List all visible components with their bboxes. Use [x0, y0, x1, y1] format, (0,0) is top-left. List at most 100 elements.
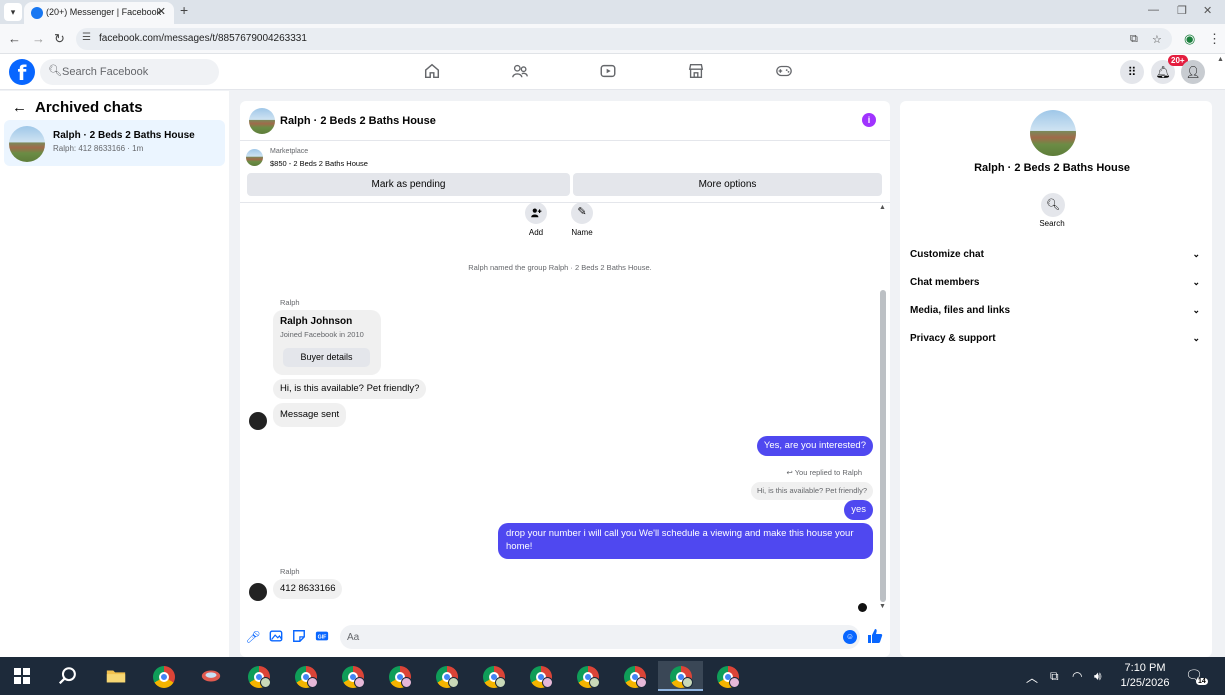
chrome-profile-icon[interactable]: [332, 661, 372, 691]
forward-icon[interactable]: →: [32, 31, 45, 46]
chrome-profile-icon[interactable]: [426, 661, 466, 691]
chat-title[interactable]: Ralph · 2 Beds 2 Baths House: [280, 115, 436, 127]
chrome-profile-icon[interactable]: [520, 661, 560, 691]
facebook-logo-icon[interactable]: f: [9, 59, 35, 85]
customize-chat-section[interactable]: Customize chat ⌄: [910, 249, 1200, 269]
add-person-action[interactable]: Add: [516, 202, 556, 237]
scrollbar-thumb[interactable]: [880, 290, 886, 602]
close-tab-icon[interactable]: ✕: [157, 5, 166, 18]
emoji-icon[interactable]: ☺: [843, 630, 857, 644]
chrome-profile-icon[interactable]: [473, 661, 513, 691]
marketplace-icon[interactable]: [685, 62, 707, 82]
clock-time: 7:10 PM: [1124, 662, 1166, 674]
file-explorer-icon[interactable]: [96, 661, 136, 691]
windows-start-icon[interactable]: [14, 668, 30, 684]
archived-chats-header: ← Archived chats: [12, 99, 143, 116]
chevron-down-icon: ⌄: [1192, 333, 1200, 343]
buyer-joined: Joined Facebook in 2010: [280, 330, 364, 339]
outgoing-message[interactable]: yes: [844, 500, 873, 520]
media-files-links-section[interactable]: Media, files and links ⌄: [910, 305, 1200, 325]
thumbs-up-icon[interactable]: [867, 628, 883, 647]
scroll-up-arrow[interactable]: ▲: [879, 204, 886, 211]
notification-count: 14: [1196, 678, 1208, 685]
chat-details-name: Ralph · 2 Beds 2 Baths House: [974, 162, 1130, 174]
scroll-down-arrow[interactable]: ▼: [879, 603, 886, 610]
facebook-search-input[interactable]: [62, 63, 212, 81]
volume-icon[interactable]: 🔊︎: [1094, 669, 1102, 684]
close-window-icon[interactable]: ✕: [1203, 4, 1212, 17]
privacy-support-section[interactable]: Privacy & support ⌄: [910, 333, 1200, 353]
chat-thumbnail[interactable]: [249, 108, 275, 134]
buyer-card: Ralph Johnson Joined Facebook in 2010 Bu…: [273, 310, 381, 375]
pencil-icon: ✎: [571, 202, 593, 224]
browser-tab[interactable]: (20+) Messenger | Facebook ✕: [24, 2, 174, 24]
sender-avatar[interactable]: [249, 583, 267, 601]
app-icon[interactable]: [191, 661, 231, 691]
bookmark-star-icon[interactable]: ☆: [1152, 33, 1162, 46]
incoming-message[interactable]: Message sent: [273, 403, 347, 427]
back-arrow-icon[interactable]: ←: [12, 99, 27, 116]
site-info-icon[interactable]: ☰: [82, 32, 91, 43]
menu-grid-icon[interactable]: ⠿: [1120, 60, 1144, 84]
chrome-icon[interactable]: [143, 661, 183, 691]
system-clock[interactable]: 7:10 PM 1/25/2026: [1112, 661, 1178, 691]
outgoing-message[interactable]: Yes, are you interested?: [756, 436, 873, 456]
buyer-details-button[interactable]: Buyer details: [283, 348, 370, 367]
tab-search-button[interactable]: ▾: [4, 3, 22, 21]
incoming-message[interactable]: Hi, is this available? Pet friendly?: [273, 379, 427, 399]
chrome-profile-icon[interactable]: [238, 661, 278, 691]
chrome-profile-icon[interactable]: [285, 661, 325, 691]
chrome-profile-icon[interactable]: [658, 661, 703, 691]
message-input-field[interactable]: ☺: [340, 625, 860, 649]
gif-icon[interactable]: GIF: [314, 629, 330, 645]
info-icon[interactable]: i: [862, 113, 876, 127]
gaming-icon[interactable]: [773, 62, 795, 82]
page-scroll-up-arrow[interactable]: ▲: [1217, 56, 1224, 63]
mark-as-pending-button[interactable]: Mark as pending: [247, 173, 570, 196]
wifi-icon[interactable]: ◠: [1072, 669, 1082, 683]
facebook-search[interactable]: 🔍︎: [40, 59, 219, 85]
browser-menu-icon[interactable]: ⋮: [1208, 31, 1221, 47]
friends-icon[interactable]: [509, 62, 531, 82]
new-tab-icon[interactable]: +: [180, 2, 188, 18]
chrome-profile-icon[interactable]: [567, 661, 607, 691]
more-options-button[interactable]: More options: [573, 173, 882, 196]
chrome-profile-icon[interactable]: [379, 661, 419, 691]
message-input[interactable]: [347, 629, 827, 645]
install-app-icon[interactable]: ⧉: [1130, 33, 1138, 46]
reload-icon[interactable]: ↻: [54, 31, 65, 47]
reply-label: You replied to Ralph: [794, 468, 862, 477]
address-bar[interactable]: ☰ facebook.com/messages/t/88576790042633…: [76, 28, 1172, 50]
sender-avatar[interactable]: [249, 412, 267, 430]
chat-item-preview: Ralph: 412 8633166 · 1m: [53, 144, 144, 153]
chat-members-section[interactable]: Chat members ⌄: [910, 277, 1200, 297]
replied-quote[interactable]: Hi, is this available? Pet friendly?: [750, 482, 873, 500]
seen-indicator-avatar: [858, 603, 867, 612]
photo-icon[interactable]: [268, 629, 284, 645]
sticker-icon[interactable]: [291, 629, 307, 645]
show-hidden-icons-chevron-icon[interactable]: ︿: [1026, 669, 1038, 686]
incoming-message[interactable]: 412 8633166: [273, 579, 343, 599]
minimize-icon[interactable]: —: [1148, 4, 1159, 16]
back-icon[interactable]: ←: [8, 31, 21, 46]
name-group-action[interactable]: ✎ Name: [562, 202, 602, 237]
search-in-chat-button[interactable]: 🔍︎: [1041, 193, 1065, 217]
chrome-profile-icon[interactable]: [614, 661, 654, 691]
outgoing-message[interactable]: drop your number i will call you We'll s…: [498, 523, 873, 559]
home-icon[interactable]: [421, 62, 443, 82]
profile-icon[interactable]: ◉: [1184, 31, 1195, 47]
taskbar-search-icon[interactable]: [48, 661, 88, 691]
account-avatar[interactable]: 👤︎: [1181, 60, 1205, 84]
archived-chat-item[interactable]: Ralph · 2 Beds 2 Baths House Ralph: 412 …: [4, 120, 225, 166]
browser-tab-bar: ▾ (20+) Messenger | Facebook ✕ + — ❐ ✕: [0, 0, 1225, 24]
restore-icon[interactable]: ❐: [1177, 4, 1187, 17]
section-label: Media, files and links: [910, 305, 1011, 316]
add-label: Add: [528, 228, 544, 237]
meet-now-icon[interactable]: ⧉: [1050, 669, 1059, 684]
chat-window: Ralph · 2 Beds 2 Baths House i Marketpla…: [240, 101, 890, 657]
chevron-down-icon: ⌄: [1192, 305, 1200, 315]
microphone-icon[interactable]: 🎤︎: [245, 629, 261, 645]
listing-price-title: $850 - 2 Beds 2 Baths House: [270, 159, 368, 168]
video-icon[interactable]: [597, 62, 619, 82]
chrome-profile-icon[interactable]: [707, 661, 747, 691]
